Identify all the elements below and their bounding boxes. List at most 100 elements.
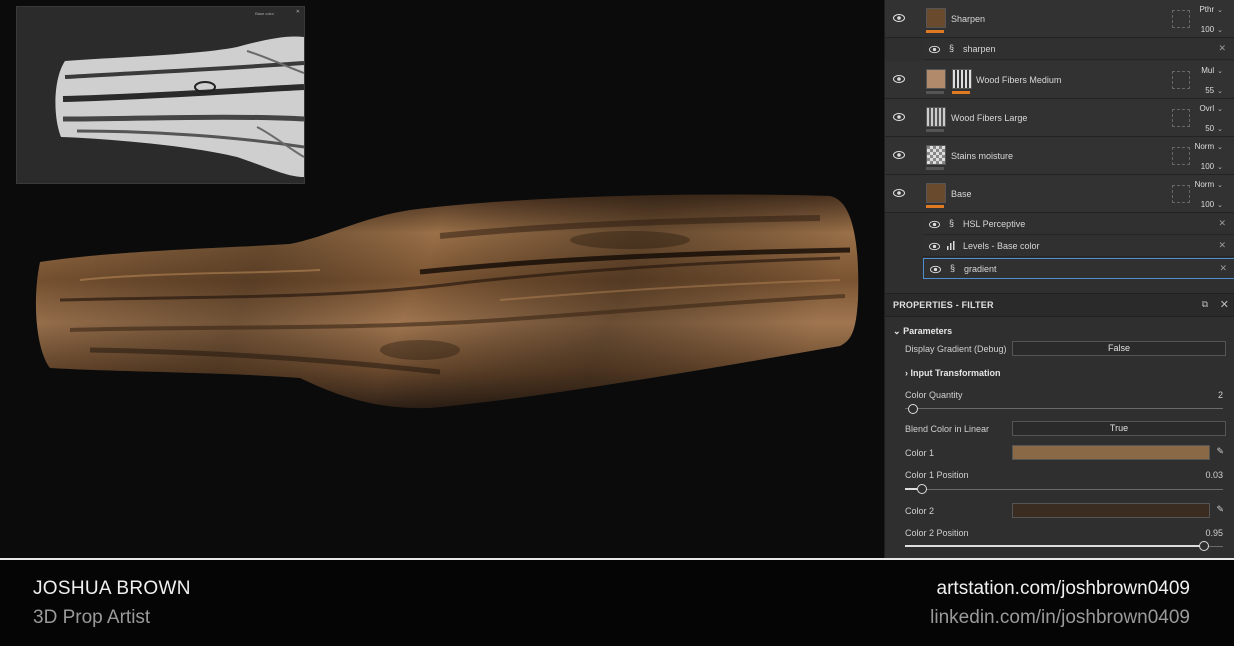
visibility-eye-icon[interactable] [929,219,940,230]
artstation-link[interactable]: artstation.com/joshbrown0409 [937,578,1190,600]
color2-position-slider-fill [905,545,1203,547]
chevron-down-icon: ⌄ [1217,106,1223,113]
layer-mask-slot[interactable] [1172,10,1190,28]
blend-linear-label: Blend Color in Linear [905,424,990,434]
layer-mask-bar [926,129,944,132]
layer-mask-slot[interactable] [1172,109,1190,127]
color1-position-label: Color 1 Position [905,470,969,480]
filter-icon: § [949,263,955,273]
eyedropper-icon[interactable]: ✎ [1216,446,1224,457]
effect-row-hsl-perceptive[interactable]: § HSL Perceptive ✕ [923,214,1234,235]
visibility-eye-icon[interactable] [929,44,940,55]
fibers-mask-thumb [952,69,972,89]
chevron-down-icon: ⌄ [1217,27,1223,34]
layer-row-base[interactable]: Base Norm ⌄ 100 ⌄ [885,175,1234,213]
layer-mask-bar [926,167,944,170]
layer-name: Base [951,189,972,199]
blend-mode-select[interactable]: Mul ⌄ [1201,66,1223,75]
color2-position-slider-knob[interactable] [1199,541,1209,551]
visibility-eye-icon[interactable] [929,241,940,252]
input-transformation-toggle[interactable]: › Input Transformation [905,368,1001,378]
layer-name: Sharpen [951,14,986,24]
blend-mode-select[interactable]: Pthr ⌄ [1199,5,1223,14]
opacity-select[interactable]: 50 ⌄ [1205,124,1223,133]
blend-mode-select[interactable]: Norm ⌄ [1195,180,1223,189]
eyedropper-icon[interactable]: ✎ [1216,504,1224,515]
layer-row-sharpen[interactable]: Sharpen Pthr ⌄ 100 ⌄ [885,0,1234,38]
chevron-down-icon: ⌄ [1217,202,1223,209]
chevron-down-icon: ⌄ [1217,144,1223,151]
color2-label: Color 2 [905,506,935,516]
chevron-right-icon: › [905,368,908,378]
color-quantity-value: 2 [1217,390,1223,400]
color1-position-slider-fill [905,488,917,490]
effect-row-sharpen[interactable]: § sharpen ✕ [923,39,1234,60]
effect-name: Levels - Base color [963,241,1040,251]
linkedin-link[interactable]: linkedin.com/in/joshbrown0409 [930,607,1190,629]
parameters-section-toggle[interactable]: ⌄ Parameters [893,326,952,337]
layer-row-stains-moisture[interactable]: Stains moisture Norm ⌄ 100 ⌄ [885,137,1234,175]
opacity-select[interactable]: 100 ⌄ [1201,25,1223,34]
visibility-eye-icon[interactable] [893,12,905,24]
effect-name: sharpen [963,44,996,54]
remove-icon[interactable]: ✕ [1218,43,1226,54]
visibility-eye-icon[interactable] [930,264,941,275]
color-quantity-label: Color Quantity [905,390,963,400]
effect-row-levels[interactable]: Levels - Base color ✕ [923,236,1234,257]
color-quantity-slider-track[interactable] [905,408,1223,409]
opacity-select[interactable]: 100 ⌄ [1201,162,1223,171]
color1-swatch[interactable] [1012,445,1210,460]
display-gradient-toggle[interactable]: False [1012,341,1226,356]
wood-fibers-large-thumb [926,107,946,127]
properties-header: PROPERTIES - FILTER ⧉ ✕ [885,293,1234,317]
portfolio-footer: JOSHUA BROWN 3D Prop Artist artstation.c… [0,558,1234,646]
visibility-eye-icon[interactable] [893,73,905,85]
visibility-eye-icon[interactable] [893,111,905,123]
layer-mask-bar [926,91,944,94]
properties-title: PROPERTIES - FILTER [893,300,994,310]
chevron-down-icon: ⌄ [893,326,901,336]
color1-position-slider-knob[interactable] [917,484,927,494]
layer-name: Stains moisture [951,151,1014,161]
effect-name: gradient [964,264,997,274]
layer-row-wood-fibers-large[interactable]: Wood Fibers Large Ovrl ⌄ 50 ⌄ [885,99,1234,137]
layer-mask-bar [926,30,944,33]
color1-label: Color 1 [905,448,935,458]
layer-mask-slot[interactable] [1172,71,1190,89]
opacity-select[interactable]: 100 ⌄ [1201,200,1223,209]
layer-mask-slot[interactable] [1172,147,1190,165]
chevron-down-icon: ⌄ [1217,7,1223,14]
visibility-eye-icon[interactable] [893,187,905,199]
levels-icon [947,241,955,250]
color2-swatch[interactable] [1012,503,1210,518]
display-gradient-label: Display Gradient (Debug) [905,344,1007,354]
wood-thumb [926,8,946,28]
close-icon[interactable]: ✕ [296,9,300,15]
artist-role: 3D Prop Artist [33,607,151,628]
chevron-down-icon: ⌄ [1217,88,1223,95]
color2-position-value: 0.95 [1205,528,1223,538]
layers-properties-panel: Sharpen Pthr ⌄ 100 ⌄ § sharpen ✕ Wood Fibe… [884,0,1234,558]
close-icon[interactable]: ✕ [1220,298,1229,311]
artist-name: JOSHUA BROWN [33,578,191,599]
chevron-down-icon: ⌄ [1217,182,1223,189]
popout-icon[interactable]: ⧉ [1202,299,1208,310]
color2-position-label: Color 2 Position [905,528,969,538]
visibility-eye-icon[interactable] [893,149,905,161]
3d-viewport[interactable]: Base color ✕ [0,0,884,558]
remove-icon[interactable]: ✕ [1218,240,1226,251]
layer-name: Wood Fibers Large [951,113,1028,123]
layer-row-wood-fibers-medium[interactable]: Wood Fibers Medium Mul ⌄ 55 ⌄ [885,61,1234,99]
blend-mode-select[interactable]: Ovrl ⌄ [1199,104,1223,113]
checker-thumb [926,145,946,165]
blend-linear-toggle[interactable]: True [1012,421,1226,436]
blend-mode-select[interactable]: Norm ⌄ [1195,142,1223,151]
layer-mask-bar [952,91,970,94]
layer-mask-slot[interactable] [1172,185,1190,203]
effect-row-gradient[interactable]: § gradient ✕ [923,258,1234,279]
opacity-select[interactable]: 55 ⌄ [1205,86,1223,95]
remove-icon[interactable]: ✕ [1218,218,1226,229]
remove-icon[interactable]: ✕ [1219,263,1227,274]
color-quantity-slider-knob[interactable] [908,404,918,414]
color1-position-slider-track[interactable] [905,489,1223,490]
